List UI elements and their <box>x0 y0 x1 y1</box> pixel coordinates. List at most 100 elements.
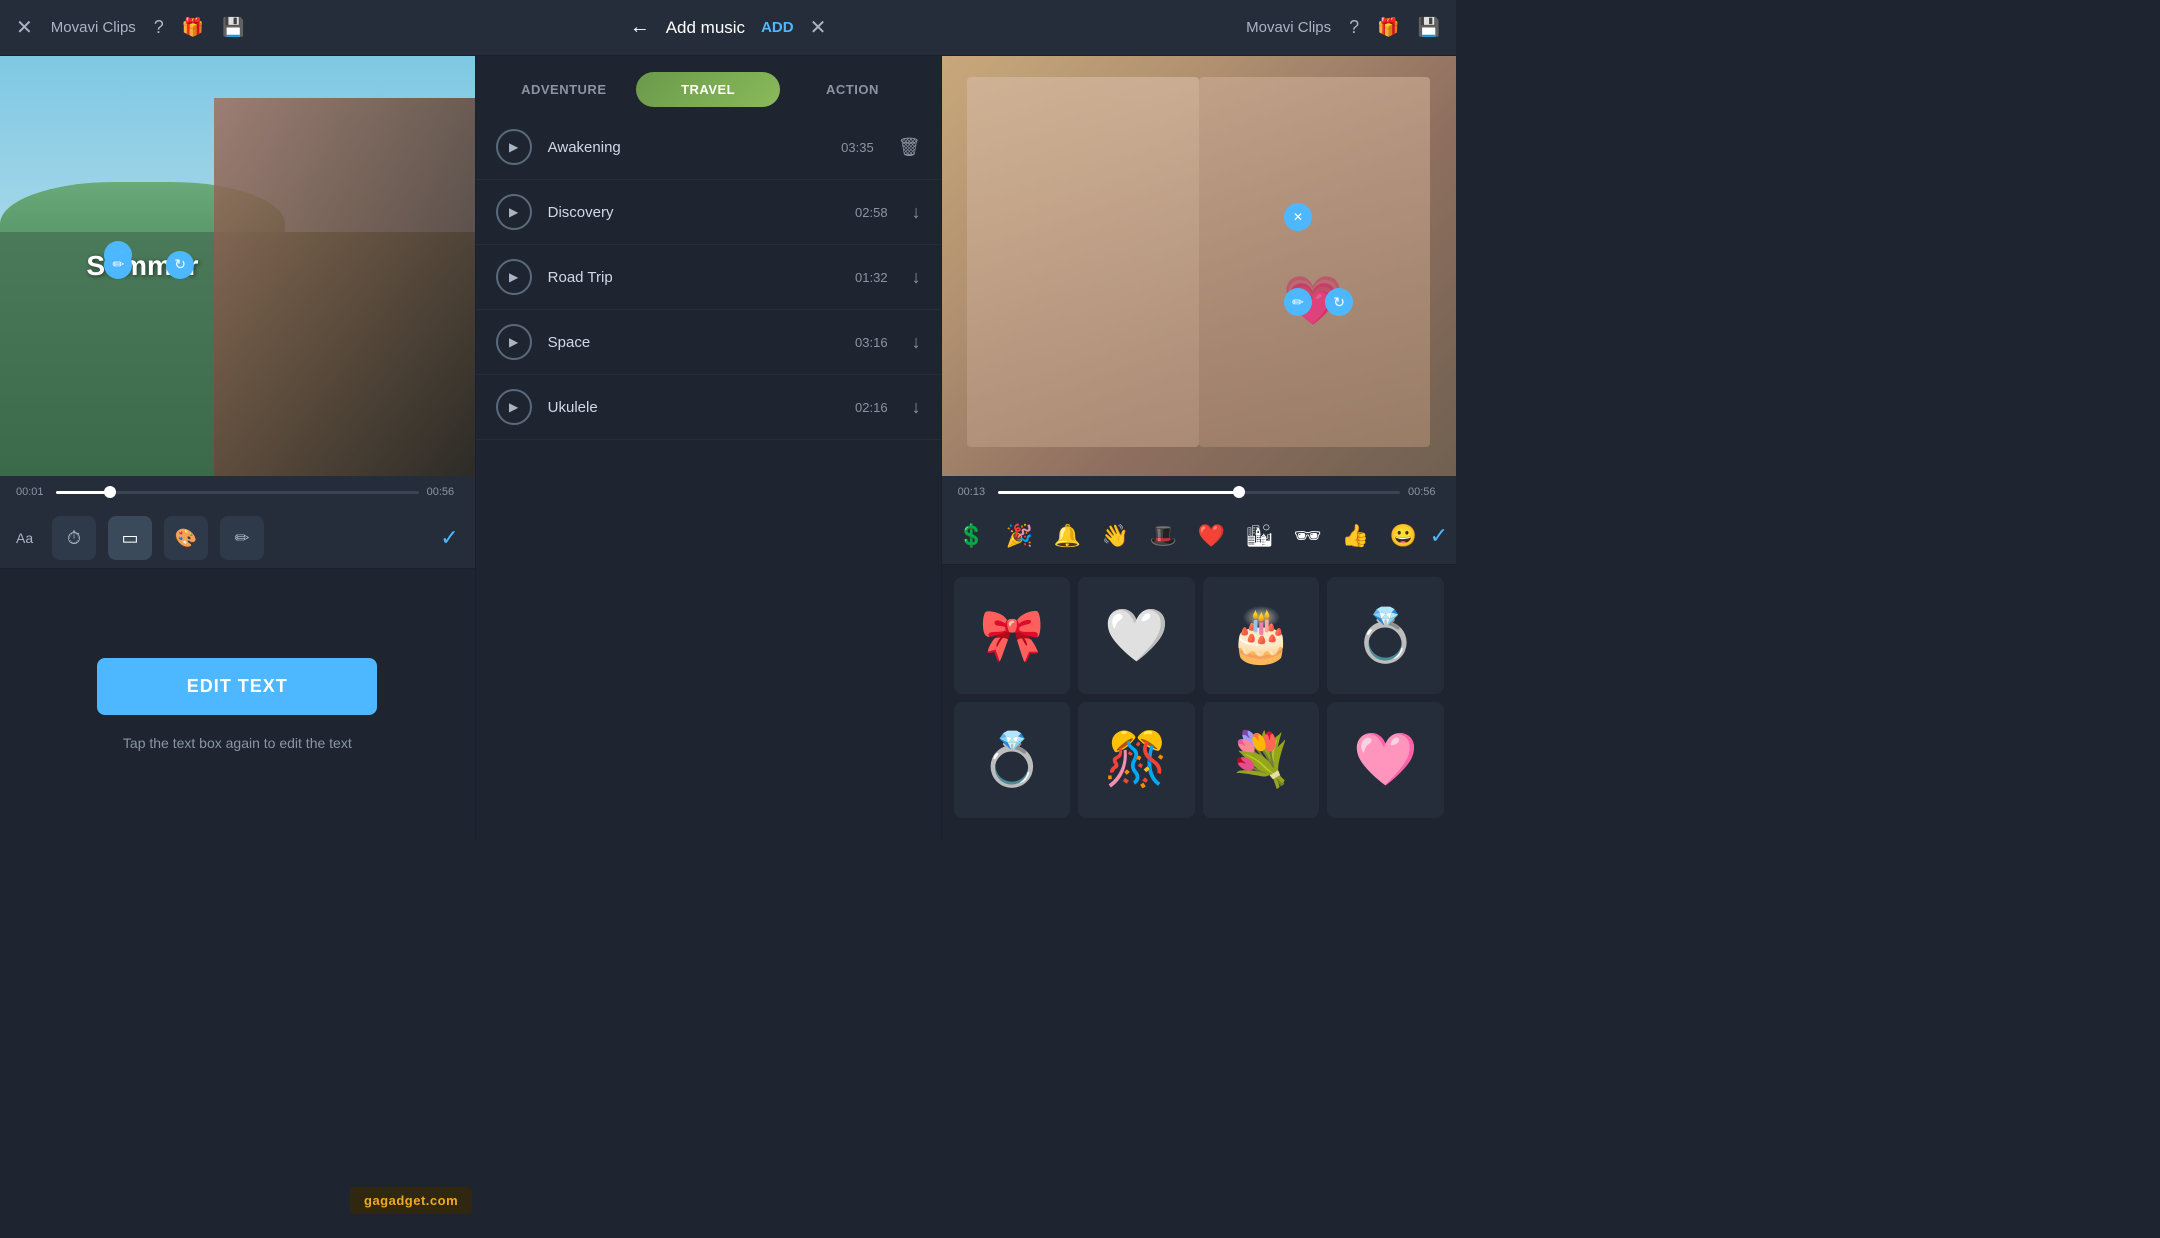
app-title-left: Movavi Clips <box>51 19 136 36</box>
party-sticker-icon[interactable]: 🎉 <box>998 514 1042 558</box>
right-timeline-start: 00:13 <box>958 486 990 498</box>
bells-sticker-icon[interactable]: 🔔 <box>1046 514 1090 558</box>
thumbsup-sticker-icon[interactable]: 👍 <box>1334 514 1378 558</box>
right-timeline-bar[interactable] <box>998 491 1400 494</box>
play-ukulele-button[interactable]: ▶ <box>496 389 532 425</box>
play-discovery-button[interactable]: ▶ <box>496 194 532 230</box>
play-space-button[interactable]: ▶ <box>496 324 532 360</box>
timeline-end-label: 00:56 <box>427 486 459 498</box>
text-box-tool-button[interactable]: ▭ <box>108 516 152 560</box>
right-timeline-scrubber[interactable] <box>1233 486 1245 498</box>
left-timeline: 00:01 00:56 <box>0 476 475 508</box>
save-icon-left[interactable]: 💾 <box>222 17 244 38</box>
sticker-bouquet[interactable]: 💐 <box>1203 702 1320 819</box>
tab-adventure[interactable]: ADVENTURE <box>492 72 636 107</box>
draw-tool-button[interactable]: ✏ <box>220 516 264 560</box>
track-title: Space <box>548 334 836 351</box>
list-item[interactable]: ▶ Space 03:16 ↓ <box>476 310 941 375</box>
heart-sticker-icon[interactable]: ❤️ <box>1190 514 1234 558</box>
left-panel: Summer ✕ ✏ ↻ 00:01 00:56 Aa ⏱ ▭ 🎨 ✏ ✓ E <box>0 56 476 840</box>
delete-track-icon[interactable]: 🗑 <box>898 137 921 158</box>
right-timeline: 00:13 00:56 <box>942 476 1456 508</box>
download-track-icon[interactable]: ↓ <box>912 397 921 418</box>
page-title: Add music <box>666 18 745 38</box>
rotate-overlay-button[interactable]: ↻ <box>166 251 194 279</box>
timeline-start-label: 00:01 <box>16 486 48 498</box>
hat-sticker-icon[interactable]: 🎩 <box>1142 514 1186 558</box>
list-item[interactable]: ▶ Road Trip 01:32 ↓ <box>476 245 941 310</box>
city-sticker-icon[interactable]: 🏙 <box>1238 514 1282 558</box>
play-awakening-button[interactable]: ▶ <box>496 129 532 165</box>
top-bar-right: Movavi Clips ? 🎁 💾 <box>965 17 1440 38</box>
download-track-icon[interactable]: ↓ <box>912 332 921 353</box>
gift-icon-left[interactable]: 🎁 <box>182 17 204 38</box>
back-icon[interactable]: ← <box>630 16 650 39</box>
left-video-preview: Summer ✕ ✏ ↻ <box>0 56 475 476</box>
sticker-heart[interactable]: 🤍 <box>1078 577 1195 694</box>
track-title: Ukulele <box>548 399 836 416</box>
right-timeline-progress <box>998 491 1239 494</box>
timer-tool-button[interactable]: ⏱ <box>52 516 96 560</box>
music-tabs: ADVENTURE TRAVEL ACTION <box>476 56 941 107</box>
timeline-scrubber[interactable] <box>104 486 116 498</box>
hello-sticker-icon[interactable]: 👋 <box>1094 514 1138 558</box>
right-video-preview: 💗 ✕ ✏ ↻ <box>942 56 1456 476</box>
add-music-button[interactable]: ADD <box>761 19 794 36</box>
person-right <box>1199 77 1430 447</box>
timeline-bar[interactable] <box>56 491 419 494</box>
track-title: Road Trip <box>548 269 836 286</box>
app-title-right: Movavi Clips <box>1246 19 1331 36</box>
edit-overlay-button[interactable]: ✏ <box>104 251 132 279</box>
sticker-ring2[interactable]: 💍 <box>954 702 1071 819</box>
help-icon-left[interactable]: ? <box>154 17 164 38</box>
gift-icon-right[interactable]: 🎁 <box>1377 17 1399 38</box>
track-duration: 03:35 <box>838 140 874 155</box>
color-tool-button[interactable]: 🎨 <box>164 516 208 560</box>
right-timeline-end: 00:56 <box>1408 486 1440 498</box>
list-item[interactable]: ▶ Discovery 02:58 ↓ <box>476 180 941 245</box>
sunglasses-sticker-icon[interactable]: 🕶 <box>1286 514 1330 558</box>
right-panel: 💗 ✕ ✏ ↻ 00:13 00:56 💲 🎉 🔔 👋 🎩 ❤️ 🏙 🕶 <box>942 56 1456 840</box>
confirm-text-button[interactable]: ✓ <box>440 525 458 551</box>
center-panel: ADVENTURE TRAVEL ACTION ▶ Awakening 03:3… <box>476 56 942 840</box>
list-item[interactable]: ▶ Ukulele 02:16 ↓ <box>476 375 941 440</box>
edit-text-hint: Tap the text box again to edit the text <box>123 735 352 751</box>
download-track-icon[interactable]: ↓ <box>912 267 921 288</box>
top-bar: ✕ Movavi Clips ? 🎁 💾 ← Add music ADD ✕ M… <box>0 0 1456 56</box>
save-icon-right[interactable]: 💾 <box>1418 17 1440 38</box>
close-music-icon[interactable]: ✕ <box>810 15 827 40</box>
confirm-sticker-button[interactable]: ✓ <box>1430 523 1448 549</box>
track-duration: 02:16 <box>852 400 888 415</box>
play-roadtrip-button[interactable]: ▶ <box>496 259 532 295</box>
sticker-grid: 🎀 🤍 🎂 💍 💍 🎊 💐 🩷 <box>942 565 1456 840</box>
list-item[interactable]: ▶ Awakening 03:35 🗑 <box>476 115 941 180</box>
download-track-icon[interactable]: ↓ <box>912 202 921 223</box>
sticker-bow[interactable]: 🎀 <box>954 577 1071 694</box>
edit-text-button[interactable]: EDIT TEXT <box>97 658 377 715</box>
edit-text-section: EDIT TEXT Tap the text box again to edit… <box>0 569 475 840</box>
watermark: gagadget.com <box>350 1187 472 1214</box>
main-content: Summer ✕ ✏ ↻ 00:01 00:56 Aa ⏱ ▭ 🎨 ✏ ✓ E <box>0 56 1456 840</box>
person-left <box>967 77 1198 447</box>
sticker-cake[interactable]: 🎂 <box>1203 577 1320 694</box>
track-duration: 02:58 <box>852 205 888 220</box>
tab-action[interactable]: ACTION <box>780 72 924 107</box>
tab-travel[interactable]: TRAVEL <box>636 72 780 107</box>
sticker-pinkheart[interactable]: 🩷 <box>1327 702 1444 819</box>
dollar-sticker-icon[interactable]: 💲 <box>950 514 994 558</box>
text-tool-label: Aa <box>16 530 40 546</box>
sticker-pennant[interactable]: 🎊 <box>1078 702 1195 819</box>
track-duration: 03:16 <box>852 335 888 350</box>
remove-sticker-button[interactable]: ✕ <box>1284 203 1312 231</box>
sticker-ring[interactable]: 💍 <box>1327 577 1444 694</box>
top-bar-left: ✕ Movavi Clips ? 🎁 💾 <box>16 15 491 40</box>
timeline-progress <box>56 491 110 494</box>
music-list: ▶ Awakening 03:35 🗑 ▶ Discovery 02:58 ↓ … <box>476 107 941 840</box>
help-icon-right[interactable]: ? <box>1349 17 1359 38</box>
top-bar-center: ← Add music ADD ✕ <box>491 15 966 40</box>
close-left-icon[interactable]: ✕ <box>16 15 33 40</box>
person-silhouette <box>214 98 475 476</box>
emoji-sticker-icon[interactable]: 😀 <box>1382 514 1426 558</box>
left-toolbar: Aa ⏱ ▭ 🎨 ✏ ✓ <box>0 508 475 569</box>
sticker-toolbar: 💲 🎉 🔔 👋 🎩 ❤️ 🏙 🕶 👍 😀 ✓ <box>942 508 1456 565</box>
